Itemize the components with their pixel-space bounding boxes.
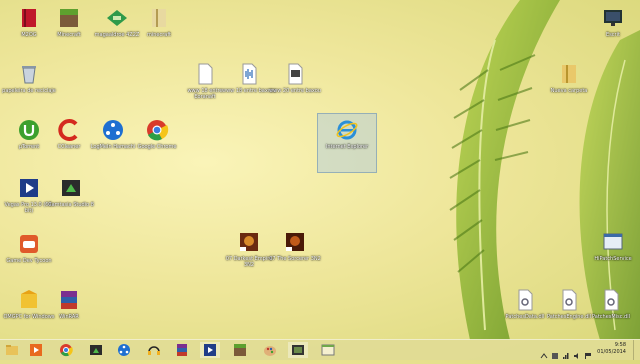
service-window-icon <box>601 230 625 254</box>
icon-label: WinRAR <box>59 314 79 320</box>
audio-album-icon <box>283 230 307 254</box>
paint-icon <box>264 346 276 356</box>
folder-icon <box>557 62 581 86</box>
icon-label: Camtasia Studio 8 <box>48 202 94 208</box>
taskbar-media-button[interactable] <box>26 342 46 358</box>
taskbar-window-button[interactable] <box>318 342 338 358</box>
icon-label: PatchesData.dll <box>505 314 545 320</box>
media-player-icon <box>30 344 42 356</box>
dll-file-icon <box>557 288 581 312</box>
vegas-pro-icon <box>204 344 216 356</box>
icon-label: papeleira de reciclaje <box>2 88 56 94</box>
icon-label: 07 The Sorcerer 3N2 <box>269 256 321 262</box>
taskbar-explorer-button[interactable] <box>2 342 22 358</box>
camtasia-recorder-icon <box>292 345 304 355</box>
clock-time: 9:58 <box>614 342 626 348</box>
taskbar-minecraft-button[interactable] <box>230 342 250 358</box>
utorrent-icon <box>17 118 41 142</box>
game-dev-tycoon-icon <box>17 232 41 256</box>
camtasia-icon <box>59 176 83 200</box>
taskbar-camtasia2-button[interactable] <box>288 342 308 358</box>
desktop-icon-patchesmisc[interactable]: PatchesMisc.dll <box>582 284 640 342</box>
icon-label: Game Dev Tycoon <box>6 258 52 264</box>
headset-icon <box>148 346 160 355</box>
icon-label: Internet Explorer <box>325 144 369 150</box>
desktop-icon-recycle-bin[interactable]: papeleira de reciclaje <box>0 58 58 116</box>
icon-label: Google Chrome <box>137 144 177 150</box>
wmv-file-icon <box>283 62 307 86</box>
internet-explorer-icon <box>335 118 359 142</box>
desktop-icon-google-chrome[interactable]: Google Chrome <box>128 114 186 172</box>
taskbar-camtasia-button[interactable] <box>86 342 106 358</box>
monitor-icon <box>601 6 625 30</box>
folder-icon <box>147 6 171 30</box>
hamachi-icon <box>101 118 125 142</box>
tray-volume-icon[interactable] <box>573 345 581 359</box>
desktop-icon-escrit[interactable]: Escrit <box>584 2 640 60</box>
desktop-icon-hipatchservice[interactable]: HiPatchService <box>584 226 640 284</box>
clock-date: 01/05/2014 <box>597 349 626 355</box>
icon-label: HiPatchService <box>594 256 632 262</box>
file-explorer-icon <box>6 345 18 355</box>
desktop-icon-www20-baxou[interactable]: www 20 entre baxou <box>266 58 324 116</box>
dll-file-icon <box>599 288 623 312</box>
vegas-pro-icon <box>17 176 41 200</box>
desktop-icon-minecraft-folder[interactable]: minecraft <box>130 2 188 60</box>
show-desktop-button[interactable] <box>633 340 640 360</box>
icon-label: µTorrent <box>18 144 40 150</box>
grass-block-icon <box>57 6 81 30</box>
ccleaner-icon <box>57 118 81 142</box>
dll-file-icon <box>513 288 537 312</box>
winrar-icon <box>57 288 81 312</box>
app-window-icon <box>321 344 335 356</box>
taskbar-chrome-button[interactable] <box>56 342 76 358</box>
wav-file-icon <box>237 62 261 86</box>
icon-label: M2OG <box>21 32 37 38</box>
icon-label: PatchesMisc.dll <box>591 314 630 320</box>
recycle-bin-icon <box>17 62 41 86</box>
icon-label: minecraft <box>146 32 171 38</box>
desktop-icon-the-sorcerer[interactable]: 07 The Sorcerer 3N2 <box>266 226 324 284</box>
taskbar-vegas-button[interactable] <box>200 342 220 358</box>
document-icon <box>193 62 217 86</box>
icon-label: Minecraft <box>57 32 81 38</box>
omgpc-icon <box>17 288 41 312</box>
tray-app-icon[interactable] <box>551 345 559 359</box>
taskbar-hamachi-button[interactable] <box>114 342 134 358</box>
icon-label: www 20 entre baxou <box>269 88 321 94</box>
desktop-icon-nueva-carpeta[interactable]: Nueva carpeta <box>540 58 598 116</box>
taskbar-paint-button[interactable] <box>260 342 280 358</box>
desktop-icon-winrar[interactable]: WinRAR <box>40 284 98 342</box>
desktop-icon-camtasia[interactable]: Camtasia Studio 8 <box>42 172 100 230</box>
taskbar: 9:58 01/05/2014 <box>0 339 640 360</box>
hamachi-icon <box>118 344 130 356</box>
icon-label: Nueva carpeta <box>550 88 588 94</box>
icon-label: CCleaner <box>57 144 81 150</box>
taskbar-winrar-button[interactable] <box>172 342 192 358</box>
taskbar-headset-button[interactable] <box>144 342 164 358</box>
audio-album-icon <box>237 230 261 254</box>
chrome-icon <box>145 118 169 142</box>
red-book-icon <box>17 6 41 30</box>
tray-network-icon[interactable] <box>562 345 570 359</box>
taskbar-clock[interactable]: 9:58 01/05/2014 <box>586 342 626 356</box>
chrome-icon <box>60 344 73 357</box>
tray-chevron-up-icon[interactable] <box>540 345 548 359</box>
green-app-icon <box>105 6 129 30</box>
desktop-icon-internet-explorer[interactable]: Internet Explorer <box>317 113 377 173</box>
winrar-icon <box>177 344 187 356</box>
camtasia-icon <box>90 345 102 355</box>
desktop-icon-game-dev-tycoon[interactable]: Game Dev Tycoon <box>0 228 58 286</box>
icon-label: Escrit <box>606 32 620 38</box>
grass-block-icon <box>234 344 246 356</box>
